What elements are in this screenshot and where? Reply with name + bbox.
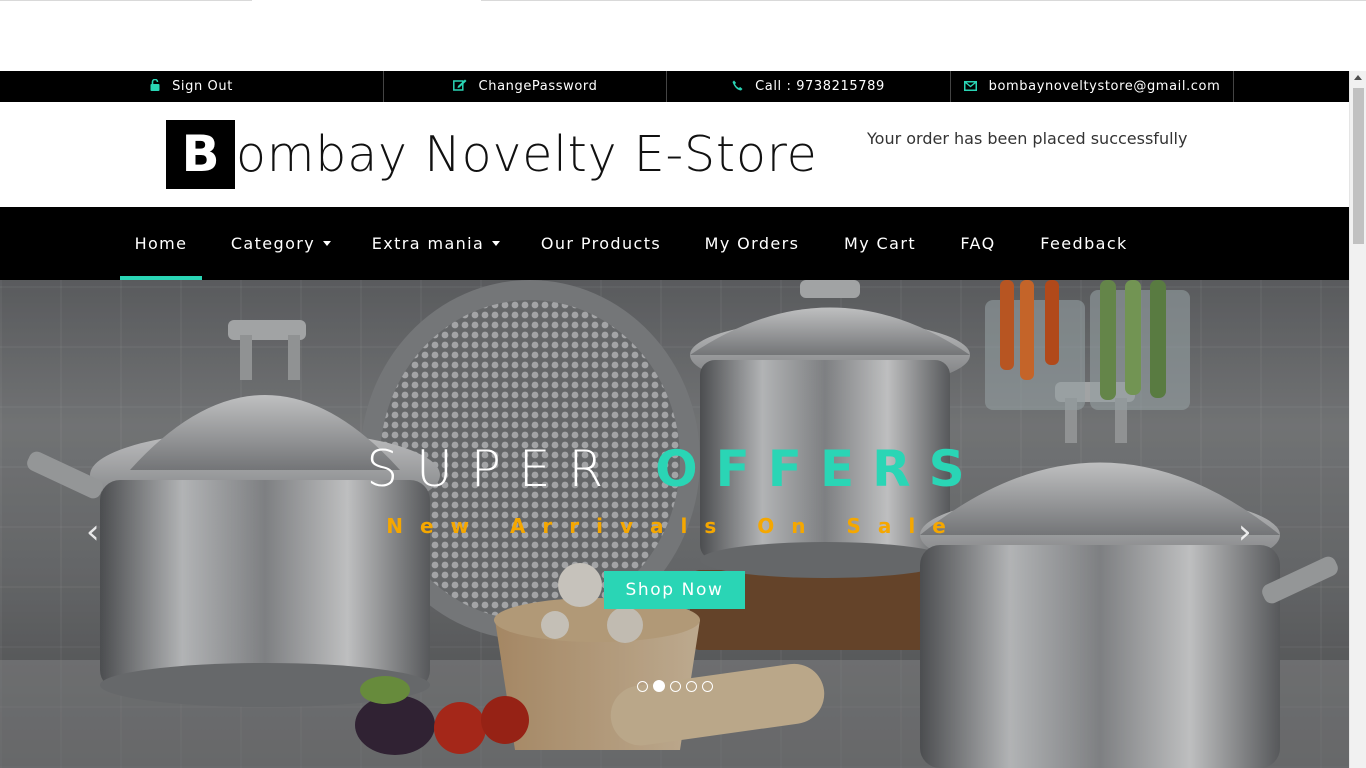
carousel-indicator[interactable] <box>670 680 681 692</box>
order-status-message: Your order has been placed successfully <box>867 129 1188 148</box>
call-link[interactable]: Call : 9738215789 <box>667 71 951 102</box>
web-page: Sign Out ChangePassword Call : 973821578… <box>0 71 1349 768</box>
tab-strip-line <box>0 0 252 1</box>
nav-category-label: Category <box>230 234 316 253</box>
browser-top-strip <box>0 0 1366 71</box>
nav-extra-mania-label: Extra mania <box>371 234 485 253</box>
nav-category[interactable]: Category <box>218 207 344 280</box>
call-label: Call : 9738215789 <box>755 79 885 94</box>
carousel-indicator[interactable] <box>637 680 648 692</box>
nav-our-products[interactable]: Our Products <box>528 207 674 280</box>
nav-home-label: Home <box>134 234 188 253</box>
hero-title: SUPER OFFERS <box>0 440 1349 498</box>
envelope-icon <box>963 80 977 94</box>
caret-down-icon <box>492 241 501 246</box>
logo-initial: B <box>166 120 235 189</box>
hero-carousel: SUPER OFFERS New Arrivals On Sale Shop N… <box>0 280 1349 768</box>
site-logo[interactable]: B ombay Novelty E-Store <box>166 120 818 189</box>
top-contact-bar: Sign Out ChangePassword Call : 973821578… <box>0 71 1349 102</box>
nav-my-orders[interactable]: My Orders <box>690 207 814 280</box>
carousel-indicator[interactable] <box>702 680 713 692</box>
caret-down-icon <box>323 241 332 246</box>
hero-title-plain: SUPER <box>366 440 622 498</box>
sign-out-label: Sign Out <box>172 79 233 94</box>
nav-our-products-label: Our Products <box>540 234 662 253</box>
main-navigation: Home Category Extra mania Our Products M… <box>0 207 1349 280</box>
carousel-prev-icon[interactable]: ‹ <box>86 512 100 552</box>
phone-icon <box>732 80 743 94</box>
carousel-indicator-active[interactable] <box>653 680 665 692</box>
site-header: B ombay Novelty E-Store Your order has b… <box>0 102 1349 207</box>
page-scrollbar[interactable] <box>1349 71 1366 768</box>
carousel-next-icon[interactable]: › <box>1238 512 1252 552</box>
nav-my-cart-label: My Cart <box>844 234 916 253</box>
scroll-up-arrow-icon[interactable] <box>1354 75 1362 80</box>
carousel-indicators <box>637 680 713 692</box>
scrollbar-thumb[interactable] <box>1353 88 1364 244</box>
unlock-icon <box>150 78 160 94</box>
email-label: bombaynoveltystore@gmail.com <box>988 79 1221 94</box>
tab-strip-line <box>481 0 1366 1</box>
nav-faq[interactable]: FAQ <box>946 207 1010 280</box>
nav-extra-mania[interactable]: Extra mania <box>360 207 512 280</box>
nav-feedback-label: Feedback <box>1040 234 1128 253</box>
change-password-label: ChangePassword <box>478 79 598 94</box>
hero-title-accent: OFFERS <box>655 440 983 498</box>
sign-out-link[interactable]: Sign Out <box>0 71 384 102</box>
carousel-indicator[interactable] <box>686 680 697 692</box>
email-link[interactable]: bombaynoveltystore@gmail.com <box>951 71 1234 102</box>
logo-text: ombay Novelty E-Store <box>236 126 818 183</box>
nav-my-cart[interactable]: My Cart <box>830 207 930 280</box>
nav-my-orders-label: My Orders <box>704 234 800 253</box>
shop-now-button[interactable]: Shop Now <box>604 571 745 609</box>
edit-icon <box>452 79 467 94</box>
change-password-link[interactable]: ChangePassword <box>384 71 667 102</box>
nav-feedback[interactable]: Feedback <box>1026 207 1142 280</box>
nav-home[interactable]: Home <box>120 207 202 280</box>
nav-faq-label: FAQ <box>960 234 996 253</box>
hero-subtitle: New Arrivals On Sale <box>386 514 963 538</box>
